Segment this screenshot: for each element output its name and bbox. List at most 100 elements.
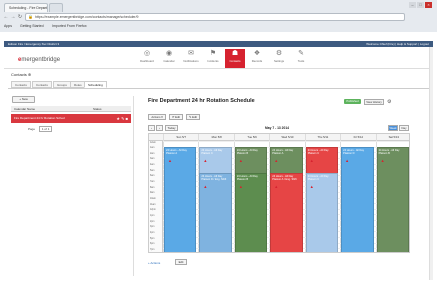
schedule-event[interactable]: 24 Hours - All Day Platoon C ▲ — [305, 172, 339, 252]
browser-tab-active[interactable]: Scheduling - Fire Depart × — [4, 3, 48, 12]
nav-item-label: Records — [251, 59, 263, 63]
reload-icon[interactable]: ↻ — [17, 14, 23, 20]
schedule-event[interactable]: 24 Hours - All Day Platoon A / Eng. Shif… — [270, 172, 303, 252]
time-label: 1pm — [150, 214, 155, 217]
time-label: 3am — [150, 158, 155, 161]
schedule-event[interactable]: 24 Hours - All Day Platoon A ▲ — [164, 146, 197, 252]
day-header: Fri 5/12 — [340, 134, 375, 141]
panel-divider — [133, 96, 134, 276]
close-window-icon[interactable]: × — [425, 2, 432, 8]
day-header: Thu 5/11 — [304, 134, 340, 141]
tab-close-icon[interactable]: × — [43, 5, 45, 10]
nav-item-contacts[interactable]: ☗ Contacts — [225, 49, 245, 68]
schedule-title: Fire Department 24 hr Rotation Schedule — [148, 98, 255, 104]
forward-icon[interactable]: → — [10, 14, 16, 20]
contacts-icon: ☗ — [231, 50, 239, 57]
bookmark-apps[interactable]: Apps — [4, 24, 12, 28]
event-label: 24 Hours - All Day Platoon B — [236, 148, 258, 155]
day-header: Mon 5/8 — [198, 134, 233, 141]
nav-item-tools[interactable]: ✎ Tools — [291, 49, 311, 68]
pager-select[interactable]: 1 of 1 — [38, 126, 53, 132]
nav-item-label: Notifications — [183, 59, 199, 63]
time-label: 10am — [150, 198, 156, 200]
subtab-groups[interactable]: Groups — [53, 81, 71, 88]
column-calendar-name[interactable]: Calendar Name — [14, 106, 35, 112]
view-day-button[interactable]: Day — [399, 125, 409, 131]
actions-link[interactable]: + Actions — [148, 261, 160, 265]
schedule-event[interactable]: 24 Hours - All Day Platoon B ▲ — [234, 146, 268, 175]
event-label: 24 Hours - All Day Platoon B — [236, 174, 258, 181]
bottom-edit-button[interactable]: Edit — [175, 259, 187, 265]
event-label: 24 Hours - All Day Platoon C — [307, 148, 329, 155]
bookmark-getting-started[interactable]: Getting Started — [20, 24, 44, 28]
bookmark-imported[interactable]: Imported From Firefox — [52, 24, 87, 28]
page-scrollbar[interactable] — [429, 47, 433, 280]
edit-icon[interactable]: ✎ — [121, 116, 124, 121]
view-history-button[interactable]: View History — [364, 99, 384, 105]
schedule-event[interactable]: 24 Hours - All Day Platoon C ▲ — [305, 146, 339, 175]
status-badge: Published — [344, 99, 361, 104]
url-bar[interactable]: 🔒 https://example.emergentbridge.com/con… — [25, 13, 405, 21]
back-icon[interactable]: ← — [3, 14, 9, 20]
time-label: 2pm — [150, 220, 155, 223]
logo-text: mergentbridge — [21, 57, 61, 63]
time-label: 11am — [150, 203, 156, 206]
nav-item-label: Settings — [273, 59, 285, 63]
row-actions: ★ ✎ ■ — [116, 114, 128, 123]
new-calendar-button[interactable]: + New — [12, 96, 35, 103]
records-icon: ❖ — [253, 50, 261, 57]
event-label: 24 Hours - All Day Platoon D / Eng. Shif… — [201, 174, 227, 181]
alert-icon: ▲ — [309, 183, 314, 189]
maximize-icon[interactable]: □ — [417, 2, 424, 8]
alert-icon: ▲ — [274, 157, 279, 163]
minimize-icon[interactable]: – — [409, 2, 416, 8]
nav-item-dashboard[interactable]: ◎ Dashboard — [137, 49, 157, 68]
time-label: 2am — [150, 152, 155, 155]
refresh-button[interactable]: ⟳ Edit — [169, 114, 183, 120]
calendar-row-label: Fire Department 24 hr Rotation Sched — [14, 116, 65, 120]
star-icon[interactable]: ★ — [116, 116, 120, 121]
calendar-icon: ◉ — [165, 50, 173, 57]
subtab-divider — [8, 88, 432, 89]
day-header: Wed 5/10 — [269, 134, 304, 141]
edit-button[interactable]: ✎ Edit — [186, 114, 200, 120]
pager-label: Page — [28, 127, 36, 131]
schedule-event[interactable]: 24 Hours - All Day Platoon A ▲ — [270, 146, 303, 175]
view-week-button[interactable]: Week — [388, 125, 398, 131]
column-status[interactable]: Status — [93, 106, 102, 112]
subtab-scheduling[interactable]: Scheduling — [84, 81, 107, 88]
day-header: Tue 5/9 — [233, 134, 269, 141]
nav-item-settings[interactable]: ⚙ Settings — [269, 49, 289, 68]
nav-item-records[interactable]: ❖ Records — [247, 49, 267, 68]
calendar-row-selected[interactable]: Fire Department 24 hr Rotation Sched ★ ✎… — [11, 114, 131, 123]
settings-gear-icon[interactable]: ⚙ — [387, 99, 391, 105]
tools-icon: ✎ — [298, 50, 304, 57]
alert-icon: ▲ — [309, 157, 314, 163]
page-title: Contacts ⊕ — [11, 72, 32, 77]
schedule-event[interactable]: 24 Hours - All Day Platoon D ▲ — [341, 146, 374, 252]
schedule-event[interactable]: 24 Hours - All Day Platoon B ▲ — [376, 146, 409, 252]
event-label: 24 Hours - All Day Platoon A / Eng. Shif… — [272, 174, 297, 181]
subtab-contacts-2[interactable]: Contacts — [32, 81, 52, 88]
nav-item-calendar[interactable]: ◉ Calendar — [159, 49, 179, 68]
time-label: 12pm — [150, 209, 156, 212]
browser-tab-new[interactable] — [49, 3, 63, 12]
delete-icon[interactable]: ■ — [126, 116, 128, 121]
event-label: 24 Hours - All Day Platoon D — [343, 148, 365, 155]
nav-item-incidents[interactable]: ⚑ Incidents — [203, 49, 223, 68]
alert-icon: ▲ — [238, 183, 243, 189]
alert-icon: ▲ — [345, 157, 350, 163]
time-label: 3pm — [150, 226, 155, 229]
nav-item-label: Incidents — [207, 59, 219, 63]
nav-item-notifications[interactable]: ✉ Notifications — [181, 49, 201, 68]
time-label: 1am — [150, 147, 155, 150]
schedule-event[interactable]: 24 Hours - All Day Platoon B ▲ — [234, 172, 268, 252]
grid-line — [163, 141, 409, 142]
nav-item-label: Contacts — [229, 59, 241, 63]
time-label: 4pm — [150, 231, 155, 234]
actions-dropdown[interactable]: Actions ▾ — [148, 114, 166, 120]
subtab-contacts[interactable]: Contacts — [11, 81, 31, 88]
time-column: 12am 1am 2am 3am 4am 5am 6am 7am 8am 9am 10am 11am 1… — [149, 141, 163, 252]
schedule-event[interactable]: 24 Hours - All Day Platoon D / Eng. Shif… — [199, 172, 232, 252]
logo[interactable]: emergentbridge — [18, 57, 60, 63]
